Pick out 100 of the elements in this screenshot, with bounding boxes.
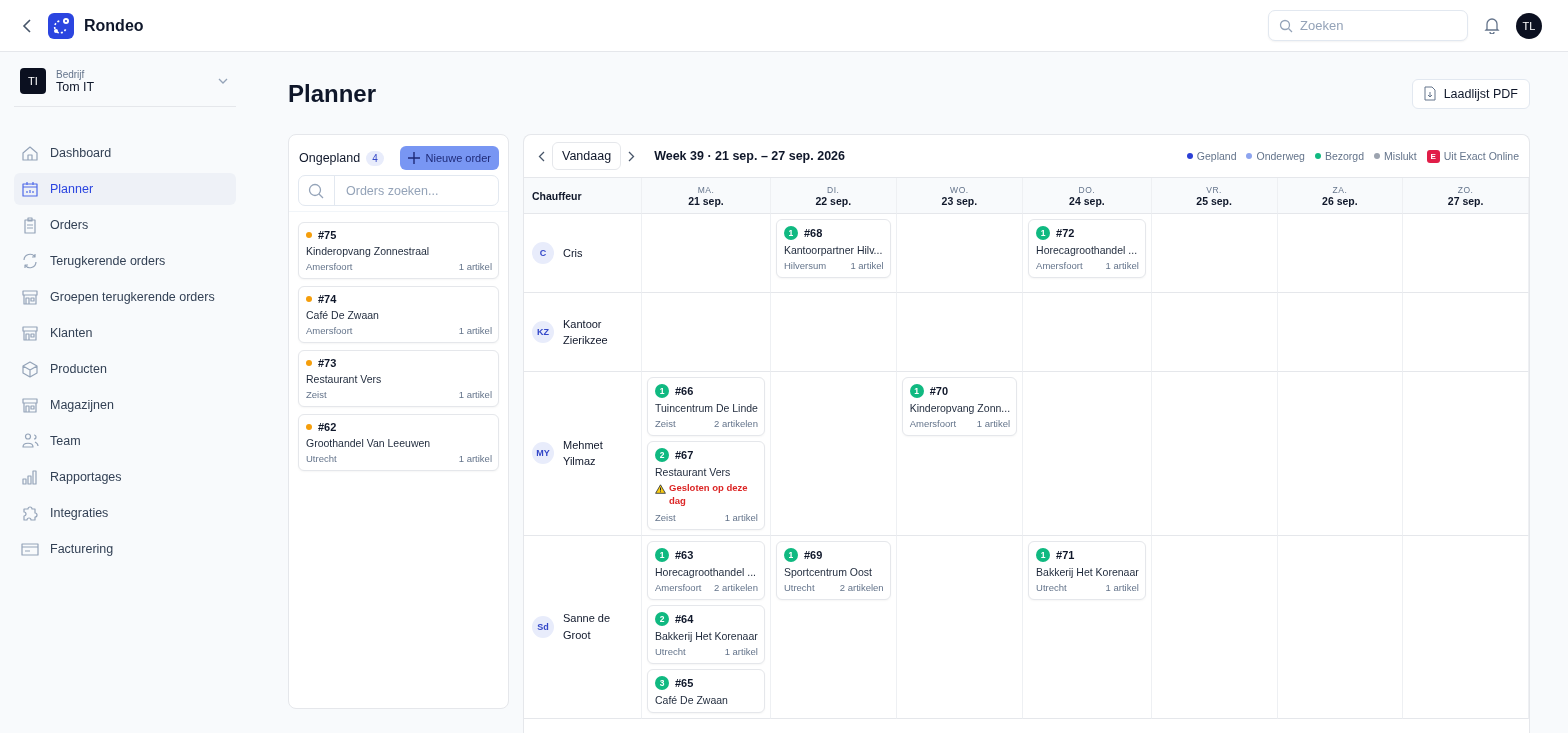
sidebar-item[interactable]: Producten <box>14 353 236 385</box>
day-header: ZA. 26 sep. <box>1277 178 1404 214</box>
today-button[interactable]: Vandaag <box>552 142 622 170</box>
order-card[interactable]: 1 #71 Bakkerij Het Korenaar Utrecht 1 artikel <box>1028 540 1146 600</box>
column-header: Chauffeur <box>524 178 642 214</box>
driver-avatar: KZ <box>532 321 554 343</box>
day-header: DI. 22 sep. <box>770 178 897 214</box>
order-card[interactable]: #75 Kinderopvang Zonnestraal Amersfoort 1 artikel <box>298 222 499 279</box>
sidebar-item[interactable]: Magazijnen <box>14 389 236 421</box>
legend-label: Onderweg <box>1256 150 1305 162</box>
city: Zeist <box>306 389 327 400</box>
driver-name: Sanne de Groot <box>563 611 612 643</box>
sidebar-item[interactable]: Klanten <box>14 317 236 349</box>
driver-name: Cris <box>563 245 583 261</box>
order-card[interactable]: #74 Café De Zwaan Amersfoort 1 artikel <box>298 286 499 343</box>
customer-name: Bakkerij Het Korenaar <box>655 629 758 642</box>
order-card[interactable]: 1 #68 Kantoorpartner Hilv... Hilversum 1 artikel <box>775 219 891 278</box>
search-field[interactable]: Zoeken <box>1268 10 1468 41</box>
customer-name: Tuincentrum De Linde <box>655 402 758 414</box>
customer-name: Sportcentrum Oost <box>783 565 874 578</box>
order-card[interactable]: 2 #67 Restaurant Vers Gesloten op deze dag Zeist 1 artikel <box>647 441 765 530</box>
storefront-icon <box>20 395 40 415</box>
order-number: #62 <box>318 421 337 433</box>
page-title: Planner <box>288 79 377 108</box>
logo-icon <box>48 12 74 39</box>
order-card[interactable]: 1 #69 Sportcentrum Oost Utrecht 2 artikelen <box>775 540 891 600</box>
stop-number-badge: 1 <box>1036 226 1051 240</box>
item-count: 1 artikel <box>976 418 1011 429</box>
chevron-down-icon <box>218 78 228 84</box>
item-count: 1 artikel <box>458 325 492 336</box>
item-count: 1 artikel <box>724 511 758 523</box>
panel-title: Ongepland <box>299 151 361 165</box>
driver-name: Mehmet Yilmaz <box>563 437 604 470</box>
customer-name: Restaurant Vers <box>306 373 383 385</box>
sidebar-item[interactable]: Orders <box>14 209 236 241</box>
sidebar-item[interactable]: Dashboard <box>14 137 236 169</box>
order-card[interactable]: 1 #72 Horecagroothandel ... Amersfoort 1 artikel <box>1028 219 1146 278</box>
sidebar-item[interactable]: Rapportages <box>14 461 236 493</box>
cube-icon <box>20 359 40 379</box>
customer-name: Café De Zwaan <box>655 693 729 706</box>
order-card[interactable]: 2 #64 Bakkerij Het Korenaar Utrecht 1 artikel <box>647 604 765 664</box>
sidebar-item[interactable]: Team <box>14 425 236 457</box>
city: Utrecht <box>306 453 337 464</box>
order-number: #64 <box>675 612 694 625</box>
order-number: #73 <box>318 357 337 369</box>
day-header: MA. 21 sep. <box>642 178 771 214</box>
order-search-field[interactable]: Orders zoeken... <box>298 175 499 206</box>
driver-avatar: MY <box>532 442 554 465</box>
stop-number-badge: 2 <box>655 448 669 462</box>
bar-chart-icon <box>20 467 40 487</box>
day-header: WO. 23 sep. <box>896 178 1024 214</box>
company-switcher[interactable]: TI Bedrijf Tom IT <box>14 66 236 107</box>
order-card[interactable]: 3 #65 Café De Zwaan <box>647 668 765 713</box>
customer-name: Groothandel Van Leeuwen <box>306 437 432 449</box>
sidebar-item[interactable]: Facturering <box>14 533 236 565</box>
order-card[interactable]: 1 #66 Tuincentrum De Linde Zeist 2 artikelen <box>647 377 765 436</box>
notification-bell-icon[interactable] <box>1484 17 1500 34</box>
item-count: 1 artikel <box>458 389 492 400</box>
new-order-button[interactable]: Nieuwe order <box>399 146 499 170</box>
stop-number-badge: 1 <box>655 384 669 398</box>
refresh-icon <box>20 251 40 271</box>
warning-icon <box>655 484 666 494</box>
order-number: #71 <box>1056 548 1075 561</box>
sidebar-item[interactable]: Integraties <box>14 497 236 529</box>
city: Amersfoort <box>909 418 957 429</box>
sidebar-item[interactable]: Planner <box>14 173 236 205</box>
users-icon <box>20 431 40 451</box>
app-name: Rondeo <box>84 16 144 35</box>
order-card[interactable]: #73 Restaurant Vers Zeist 1 artikel <box>298 350 499 407</box>
export-pdf-button[interactable]: Laadlijst PDF <box>1411 78 1530 109</box>
item-count: 2 artikelen <box>714 581 758 593</box>
user-avatar[interactable]: TL <box>1516 12 1542 39</box>
order-number: #63 <box>675 548 694 561</box>
stop-number-badge: 1 <box>909 384 924 398</box>
week-label: Week 39 · 21 sep. – 27 sep. 2026 <box>654 149 845 163</box>
legend-label: Gepland <box>1196 150 1237 162</box>
day-header: ZO. 27 sep. <box>1403 178 1529 214</box>
order-card[interactable]: #62 Groothandel Van Leeuwen Utrecht 1 artikel <box>298 414 499 471</box>
calendar-icon <box>20 179 40 199</box>
city: Zeist <box>655 511 676 523</box>
order-card[interactable]: 1 #70 Kinderopvang Zonn... Amersfoort 1 artikel <box>901 377 1018 436</box>
customer-name: Kinderopvang Zonnestraal <box>306 245 431 257</box>
stop-number-badge: 1 <box>1036 547 1051 562</box>
puzzle-icon <box>20 503 40 523</box>
customer-name: Restaurant Vers <box>655 466 732 478</box>
city: Utrecht <box>655 645 686 657</box>
legend-label: Bezorgd <box>1324 150 1365 162</box>
legend-label: Uit Exact Online <box>1443 150 1519 162</box>
item-count: 1 artikel <box>458 453 492 464</box>
item-count: 1 artikel <box>850 260 884 271</box>
customer-name: Kinderopvang Zonn... <box>909 402 1011 414</box>
city: Amersfoort <box>306 325 353 336</box>
customer-name: Horecagroothandel ... <box>1036 244 1139 256</box>
order-number: #68 <box>803 227 823 239</box>
sidebar-item[interactable]: Terugkerende orders <box>14 245 236 277</box>
sidebar-item[interactable]: Groepen terugkerende orders <box>14 281 236 313</box>
city: Amersfoort <box>306 261 353 272</box>
day-header: VR. 25 sep. <box>1151 178 1278 214</box>
customer-name: Kantoorpartner Hilv... <box>783 244 884 256</box>
order-card[interactable]: 1 #63 Horecagroothandel ... Amersfoort 2 artikelen <box>647 540 765 600</box>
